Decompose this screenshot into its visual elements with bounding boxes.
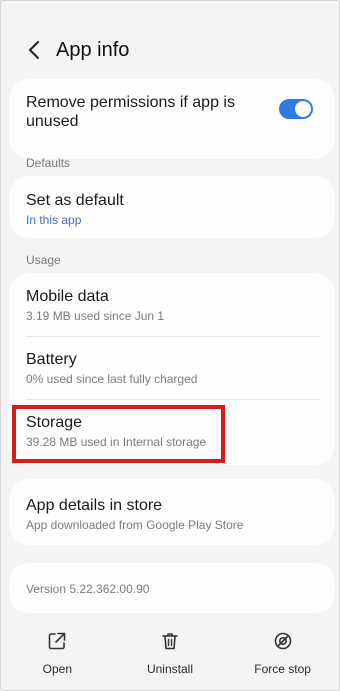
set-as-default-title: Set as default [26,192,124,209]
section-label-defaults: Defaults [26,156,71,170]
app-details-subtitle: App downloaded from Google Play Store [26,518,244,532]
version-row: Version 5.22.362.00.90 [9,563,335,596]
force-stop-label: Force stop [254,662,311,676]
page-title: App info [56,38,130,61]
section-label-usage: Usage [26,253,61,267]
mobile-data-subtitle: 3.19 MB used since Jun 1 [26,309,165,323]
bottom-action-bar: Open Uninstall Force stop [1,618,339,690]
mobile-data-title: Mobile data [26,288,109,305]
set-as-default-subtitle: In this app [26,213,82,227]
app-details-in-store-row[interactable]: App details in store App downloaded from… [9,479,335,532]
set-as-default-row[interactable]: Set as default In this app [9,176,335,227]
version-card: Version 5.22.362.00.90 [9,563,335,613]
remove-permissions-label: Remove permissions if app is unused [26,94,235,130]
battery-title: Battery [26,351,77,368]
open-button[interactable]: Open [7,618,107,676]
version-text: Version 5.22.362.00.90 [26,582,150,596]
stop-circle-icon [272,630,294,652]
back-arrow-icon [29,41,39,59]
storage-highlight-annotation [12,405,225,463]
app-details-title: App details in store [26,497,163,514]
permissions-card: Remove permissions if app is unused [9,79,335,159]
defaults-card: Set as default In this app [9,176,335,238]
open-external-icon [46,630,68,652]
battery-row[interactable]: Battery 0% used since last fully charged [9,337,335,400]
trash-icon [159,630,181,652]
app-info-screen: App info Remove permissions if app is un… [0,0,340,691]
uninstall-label: Uninstall [146,662,193,676]
store-card: App details in store App downloaded from… [9,479,335,545]
force-stop-button[interactable]: Force stop [233,618,333,676]
battery-subtitle: 0% used since last fully charged [26,372,198,386]
app-bar: App info [1,31,339,69]
open-label: Open [42,662,72,676]
mobile-data-row[interactable]: Mobile data 3.19 MB used since Jun 1 [9,273,335,337]
remove-permissions-toggle[interactable] [279,99,313,119]
back-button[interactable] [19,35,49,65]
uninstall-button[interactable]: Uninstall [120,618,220,676]
